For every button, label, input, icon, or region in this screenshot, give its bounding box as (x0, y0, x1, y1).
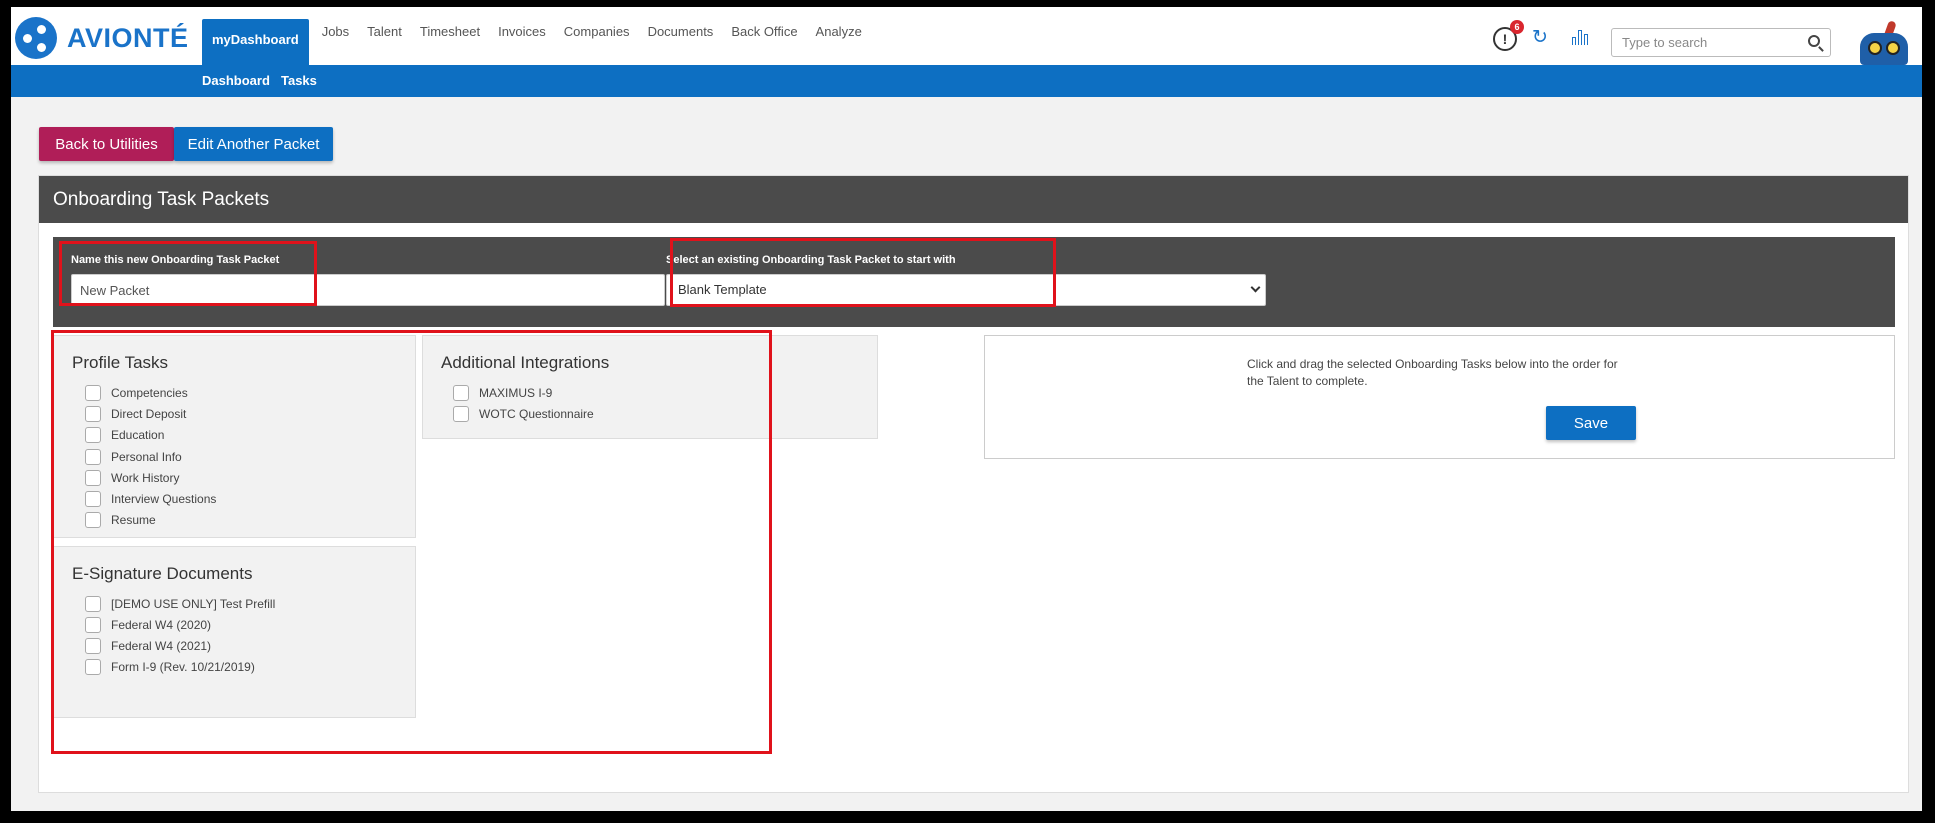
brand-logo[interactable]: AVIONTÉ (15, 17, 189, 59)
back-to-utilities-button[interactable]: Back to Utilities (39, 127, 174, 161)
avatar[interactable] (1856, 20, 1912, 65)
tab-companies[interactable]: Companies (555, 19, 639, 65)
subnav-dashboard[interactable]: Dashboard (202, 65, 270, 97)
dropzone-instructions: Click and drag the selected Onboarding T… (1247, 357, 1618, 388)
checkbox[interactable] (85, 470, 101, 486)
packet-template-select[interactable]: Blank Template (666, 274, 1266, 306)
avatar-eye-left (1868, 41, 1882, 55)
search-box (1611, 28, 1831, 57)
packet-template-label: Select an existing Onboarding Task Packe… (666, 254, 956, 266)
profile-task-interview-questions[interactable]: Interview Questions (85, 490, 216, 508)
edit-another-packet-button[interactable]: Edit Another Packet (174, 127, 333, 161)
search-input[interactable] (1612, 29, 1792, 56)
esign-doc-form-i9[interactable]: Form I-9 (Rev. 10/21/2019) (85, 658, 255, 676)
packet-name-input[interactable] (71, 274, 665, 306)
tab-talent[interactable]: Talent (358, 19, 411, 65)
checkbox[interactable] (85, 596, 101, 612)
brand-name: AVIONTÉ (67, 22, 189, 53)
app-window: AVIONTÉ myDashboard Jobs Talent Timeshee… (11, 7, 1922, 811)
packet-name-label: Name this new Onboarding Task Packet (71, 254, 280, 266)
profile-tasks-panel: Profile Tasks Competencies Direct Deposi… (53, 335, 416, 538)
checkbox[interactable] (85, 406, 101, 422)
tab-analyze[interactable]: Analyze (807, 19, 871, 65)
logo-icon (15, 17, 57, 59)
tab-jobs[interactable]: Jobs (313, 19, 358, 65)
profile-tasks-title: Profile Tasks (72, 353, 169, 372)
tab-documents[interactable]: Documents (639, 19, 723, 65)
integrations-title: Additional Integrations (441, 353, 610, 372)
profile-task-resume[interactable]: Resume (85, 511, 156, 529)
checkbox[interactable] (85, 449, 101, 465)
tab-mydashboard[interactable]: myDashboard (202, 19, 309, 65)
save-button[interactable]: Save (1546, 406, 1636, 440)
integrations-panel: Additional Integrations MAXIMUS I-9 WOTC… (422, 335, 878, 439)
tab-back-office[interactable]: Back Office (722, 19, 806, 65)
esign-documents-panel: E-Signature Documents [DEMO USE ONLY] Te… (53, 546, 416, 718)
subnav-tasks[interactable]: Tasks (281, 65, 317, 97)
search-icon[interactable] (1808, 35, 1820, 47)
notification-badge: 6 (1510, 20, 1524, 34)
integration-wotc-questionnaire[interactable]: WOTC Questionnaire (453, 405, 594, 423)
task-order-dropzone[interactable]: Click and drag the selected Onboarding T… (984, 335, 1895, 459)
checkbox[interactable] (85, 385, 101, 401)
tab-invoices[interactable]: Invoices (489, 19, 555, 65)
profile-task-education[interactable]: Education (85, 426, 164, 444)
packet-form: Name this new Onboarding Task Packet Sel… (53, 237, 1895, 327)
esign-doc-federal-w4-2020[interactable]: Federal W4 (2020) (85, 616, 211, 634)
integration-maximus-i9[interactable]: MAXIMUS I-9 (453, 384, 552, 402)
sub-navigation: Dashboard Tasks (11, 65, 1922, 97)
esign-doc-demo-test-prefill[interactable]: [DEMO USE ONLY] Test Prefill (85, 595, 275, 613)
profile-task-direct-deposit[interactable]: Direct Deposit (85, 405, 186, 423)
checkbox[interactable] (453, 385, 469, 401)
top-navigation: AVIONTÉ myDashboard Jobs Talent Timeshee… (11, 7, 1922, 65)
packet-template-value: Blank Template (678, 282, 767, 297)
checkbox[interactable] (85, 617, 101, 633)
main-nav-tabs: myDashboard Jobs Talent Timesheet Invoic… (202, 19, 871, 65)
profile-task-competencies[interactable]: Competencies (85, 384, 188, 402)
tab-timesheet[interactable]: Timesheet (411, 19, 489, 65)
main-content: Back to Utilities Edit Another Packet On… (11, 97, 1922, 811)
esign-documents-title: E-Signature Documents (72, 564, 253, 583)
esign-doc-federal-w4-2021[interactable]: Federal W4 (2021) (85, 637, 211, 655)
refresh-icon[interactable]: ↻ (1532, 26, 1548, 49)
profile-task-personal-info[interactable]: Personal Info (85, 448, 182, 466)
avatar-eye-right (1886, 41, 1900, 55)
card-title: Onboarding Task Packets (39, 176, 1908, 223)
checkbox[interactable] (85, 512, 101, 528)
analytics-chart-icon[interactable] (1572, 29, 1590, 45)
profile-task-work-history[interactable]: Work History (85, 469, 179, 487)
chevron-down-icon (1250, 282, 1261, 293)
checkbox[interactable] (85, 638, 101, 654)
checkbox[interactable] (453, 406, 469, 422)
checkbox[interactable] (85, 659, 101, 675)
onboarding-packets-card: Onboarding Task Packets Name this new On… (38, 175, 1909, 793)
checkbox[interactable] (85, 427, 101, 443)
checkbox[interactable] (85, 491, 101, 507)
